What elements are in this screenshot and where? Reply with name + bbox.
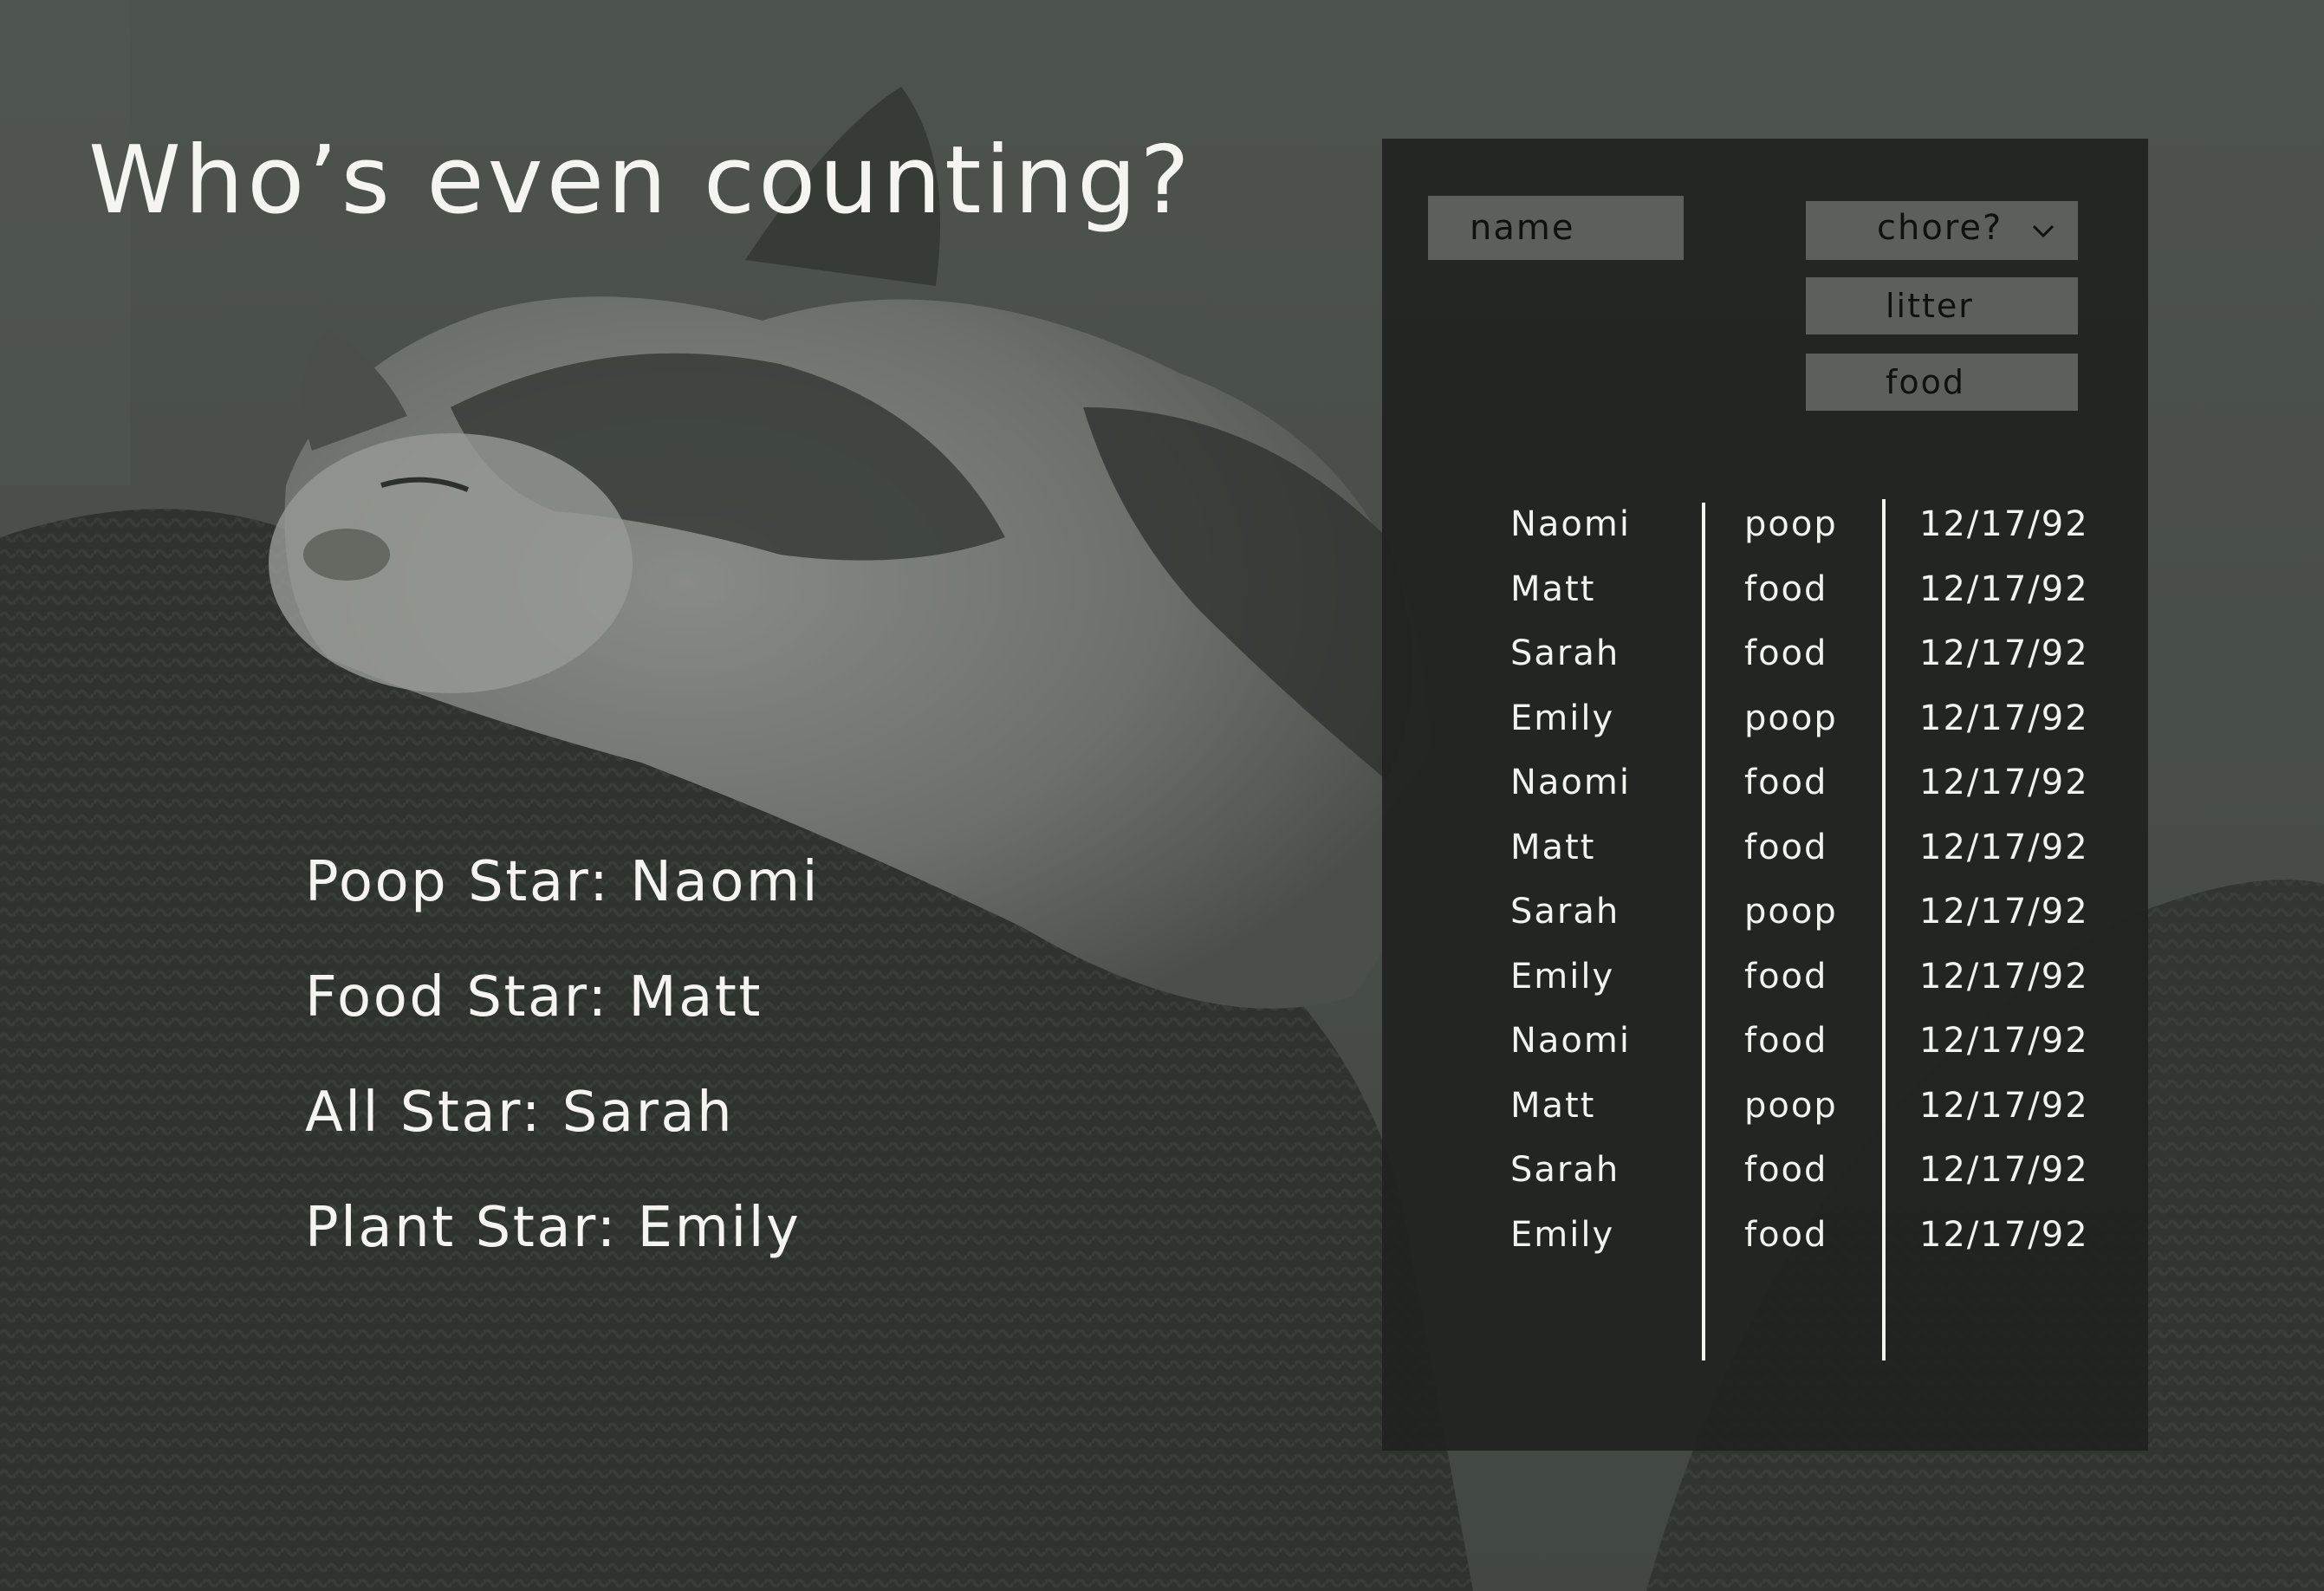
log-chore: food bbox=[1744, 1150, 1828, 1190]
log-date: 12/17/92 bbox=[1919, 956, 2089, 997]
log-date: 12/17/92 bbox=[1919, 763, 2089, 802]
chore-option-food[interactable]: food bbox=[1806, 354, 2078, 411]
page-title: Who’s even counting? bbox=[88, 127, 1193, 235]
stars-list: Poop Star: Naomi Food Star: Matt All Sta… bbox=[305, 847, 820, 1309]
log-chore: poop bbox=[1744, 892, 1838, 932]
log-name: Matt bbox=[1510, 827, 1596, 867]
log-date: 12/17/92 bbox=[1919, 568, 2089, 609]
log-chore: poop bbox=[1744, 504, 1838, 544]
chore-select-label: chore? bbox=[1877, 208, 2003, 248]
star-food: Food Star: Matt bbox=[305, 965, 763, 1029]
log-name: Naomi bbox=[1510, 1021, 1631, 1061]
log-date: 12/17/92 bbox=[1919, 1021, 2089, 1061]
log-name: Emily bbox=[1510, 698, 1615, 738]
chore-select[interactable]: chore? bbox=[1806, 201, 2078, 260]
log-row: Sarah poop 12/17/92 bbox=[1382, 888, 2148, 953]
log-name: Sarah bbox=[1510, 1150, 1620, 1190]
chore-option-litter[interactable]: litter bbox=[1806, 277, 2078, 334]
log-chore: poop bbox=[1744, 1085, 1838, 1126]
log-name: Naomi bbox=[1510, 504, 1631, 544]
log-chore: food bbox=[1744, 633, 1828, 673]
log-row: Matt poop 12/17/92 bbox=[1382, 1082, 2148, 1147]
log-name: Matt bbox=[1510, 568, 1596, 609]
log-row: Sarah food 12/17/92 bbox=[1382, 630, 2148, 695]
star-plant: Plant Star: Emily bbox=[305, 1196, 802, 1260]
log-row: Naomi poop 12/17/92 bbox=[1382, 501, 2148, 566]
log-row: Emily poop 12/17/92 bbox=[1382, 695, 2148, 760]
star-poop: Poop Star: Naomi bbox=[305, 850, 820, 914]
log-row: Matt food 12/17/92 bbox=[1382, 824, 2148, 889]
name-input[interactable] bbox=[1428, 196, 1684, 260]
log-date: 12/17/92 bbox=[1919, 504, 2089, 544]
log-name: Emily bbox=[1510, 956, 1615, 997]
star-all: All Star: Sarah bbox=[305, 1081, 735, 1145]
log-name: Sarah bbox=[1510, 633, 1620, 673]
log-chore: food bbox=[1744, 1214, 1828, 1255]
log-date: 12/17/92 bbox=[1919, 1150, 2089, 1190]
log-row: Emily food 12/17/92 bbox=[1382, 1211, 2148, 1276]
log-date: 12/17/92 bbox=[1919, 1085, 2089, 1126]
log-chore: food bbox=[1744, 956, 1828, 997]
log-date: 12/17/92 bbox=[1919, 633, 2089, 673]
log-date: 12/17/92 bbox=[1919, 827, 2089, 867]
log-row: Emily food 12/17/92 bbox=[1382, 953, 2148, 1018]
log-name: Emily bbox=[1510, 1214, 1615, 1255]
chore-log-table: Naomi poop 12/17/92 Matt food 12/17/92 S… bbox=[1382, 501, 2148, 1276]
log-name: Naomi bbox=[1510, 763, 1631, 802]
log-chore: food bbox=[1744, 763, 1828, 802]
chore-log-panel: chore? litter food Naomi poop 12/17/92 M… bbox=[1382, 139, 2148, 1451]
log-date: 12/17/92 bbox=[1919, 698, 2089, 738]
log-row: Sarah food 12/17/92 bbox=[1382, 1146, 2148, 1211]
log-chore: food bbox=[1744, 1021, 1828, 1061]
log-chore: poop bbox=[1744, 698, 1838, 738]
chevron-down-icon bbox=[2032, 224, 2055, 238]
log-name: Sarah bbox=[1510, 892, 1620, 932]
log-date: 12/17/92 bbox=[1919, 892, 2089, 932]
log-row: Naomi food 12/17/92 bbox=[1382, 1017, 2148, 1082]
log-chore: food bbox=[1744, 568, 1828, 609]
log-row: Matt food 12/17/92 bbox=[1382, 566, 2148, 631]
log-chore: food bbox=[1744, 827, 1828, 867]
log-date: 12/17/92 bbox=[1919, 1214, 2089, 1255]
log-name: Matt bbox=[1510, 1085, 1596, 1126]
log-row: Naomi food 12/17/92 bbox=[1382, 759, 2148, 824]
